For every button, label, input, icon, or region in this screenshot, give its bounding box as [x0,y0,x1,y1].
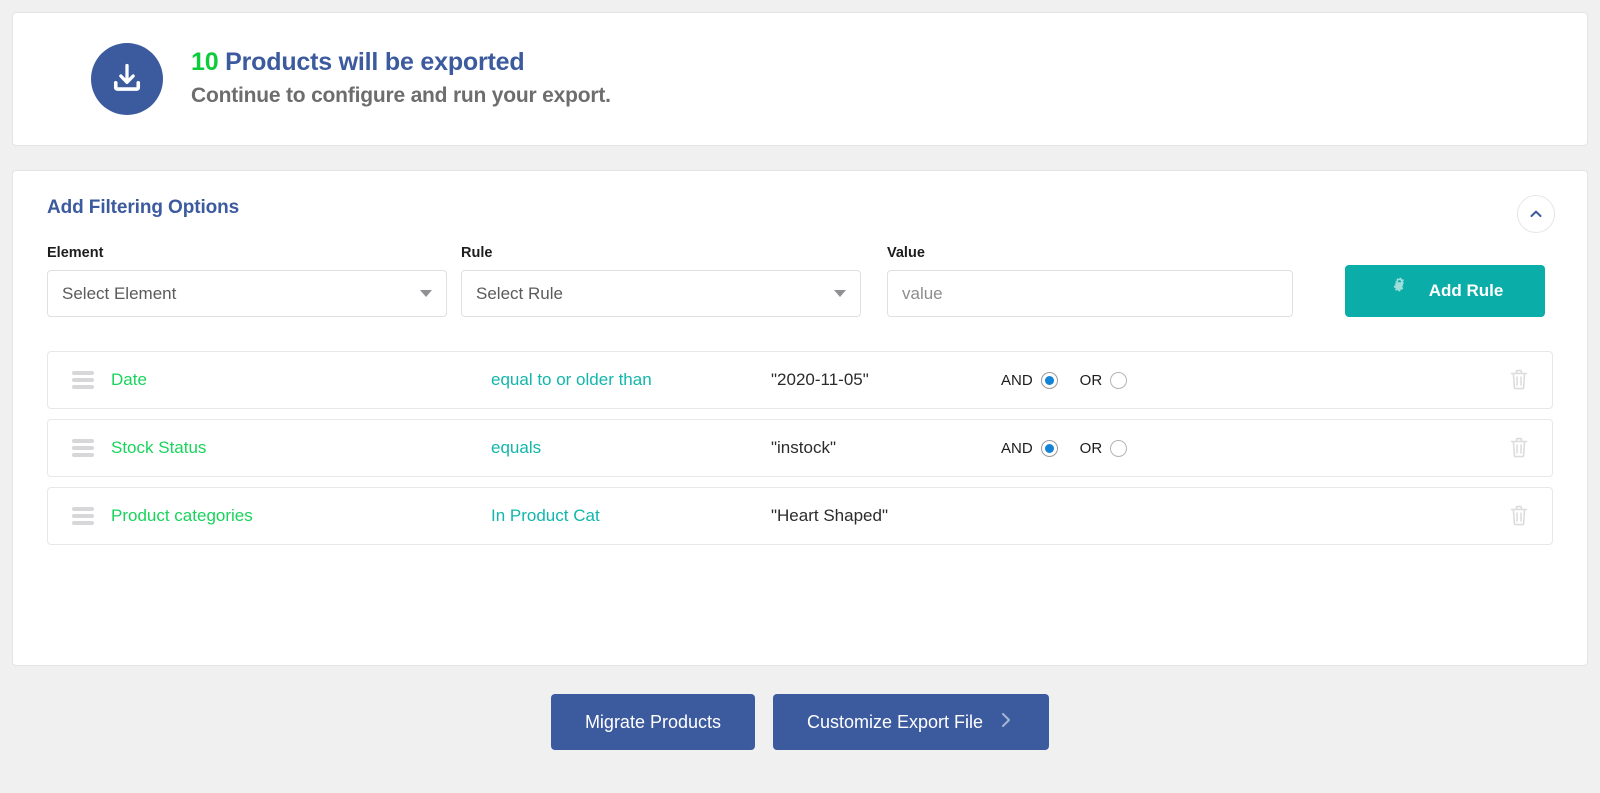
trash-icon [1508,436,1530,460]
filtering-options-panel: Add Filtering Options Element Select Ele… [12,170,1588,666]
page-title: 10 Products will be exported [191,47,611,78]
table-row: Stock Status equals "instock" AND OR [47,419,1553,477]
rule-select-value: Select Rule [476,284,563,304]
rule-value-label: "instock" [771,438,1001,458]
value-input-wrapper[interactable]: value [887,270,1293,317]
value-label: Value [887,245,1293,261]
rule-value-label: "Heart Shaped" [771,506,1001,526]
drag-handle-icon[interactable] [72,507,94,525]
filtering-options-heading: Add Filtering Options [47,197,1553,219]
or-radio[interactable] [1110,440,1127,457]
chevron-down-icon [834,290,846,297]
export-subtitle: Continue to configure and run your expor… [191,82,611,110]
or-label: OR [1080,440,1103,457]
and-radio[interactable] [1041,372,1058,389]
collapse-panel-button[interactable] [1517,195,1555,233]
value-field-group: Value value [887,245,1293,317]
delete-rule-button[interactable] [1508,504,1530,528]
rule-element-label[interactable]: Date [111,370,491,390]
export-title-rest: Products will be exported [225,48,524,76]
trash-icon [1508,504,1530,528]
rule-field-group: Rule Select Rule [461,245,861,317]
and-label: AND [1001,372,1033,389]
value-input-placeholder: value [902,284,943,304]
add-rule-button[interactable]: Add Rule [1345,265,1545,317]
table-row: Product categories In Product Cat "Heart… [47,487,1553,545]
migrate-products-button[interactable]: Migrate Products [551,694,755,750]
chevron-up-icon [1528,206,1544,222]
export-summary-panel: 10 Products will be exported Continue to… [12,12,1588,146]
rule-element-label[interactable]: Product categories [111,506,491,526]
or-label: OR [1080,372,1103,389]
chevron-down-icon [420,290,432,297]
drag-handle-icon[interactable] [72,371,94,389]
rule-select[interactable]: Select Rule [461,270,861,317]
element-select[interactable]: Select Element [47,270,447,317]
delete-rule-button[interactable] [1508,368,1530,392]
export-count: 10 [191,48,218,76]
rule-element-label[interactable]: Stock Status [111,438,491,458]
trash-icon [1508,368,1530,392]
add-rule-form: Element Select Element Rule Select Rule … [47,245,1553,317]
rules-list: Date equal to or older than "2020-11-05"… [47,351,1553,545]
download-icon [91,43,163,115]
rule-label: Rule [461,245,861,261]
rule-logic-group: AND OR [1001,440,1151,457]
export-summary-text: 10 Products will be exported Continue to… [191,47,611,111]
element-select-value: Select Element [62,284,176,304]
export-configuration-page: 10 Products will be exported Continue to… [0,12,1600,793]
rule-operator-label[interactable]: In Product Cat [491,506,771,526]
customize-export-file-label: Customize Export File [807,712,983,733]
drag-handle-icon[interactable] [72,439,94,457]
and-label: AND [1001,440,1033,457]
rule-operator-label[interactable]: equal to or older than [491,370,771,390]
add-rule-button-label: Add Rule [1429,281,1504,301]
chevron-right-icon [997,708,1015,737]
element-field-group: Element Select Element [47,245,447,317]
cogs-icon [1387,277,1413,306]
delete-rule-button[interactable] [1508,436,1530,460]
and-radio[interactable] [1041,440,1058,457]
migrate-products-label: Migrate Products [585,712,721,733]
or-radio[interactable] [1110,372,1127,389]
table-row: Date equal to or older than "2020-11-05"… [47,351,1553,409]
rule-logic-group: AND OR [1001,372,1151,389]
element-label: Element [47,245,447,261]
rule-operator-label[interactable]: equals [491,438,771,458]
footer-actions: Migrate Products Customize Export File [12,694,1588,750]
rule-value-label: "2020-11-05" [771,370,1001,390]
customize-export-file-button[interactable]: Customize Export File [773,694,1049,750]
